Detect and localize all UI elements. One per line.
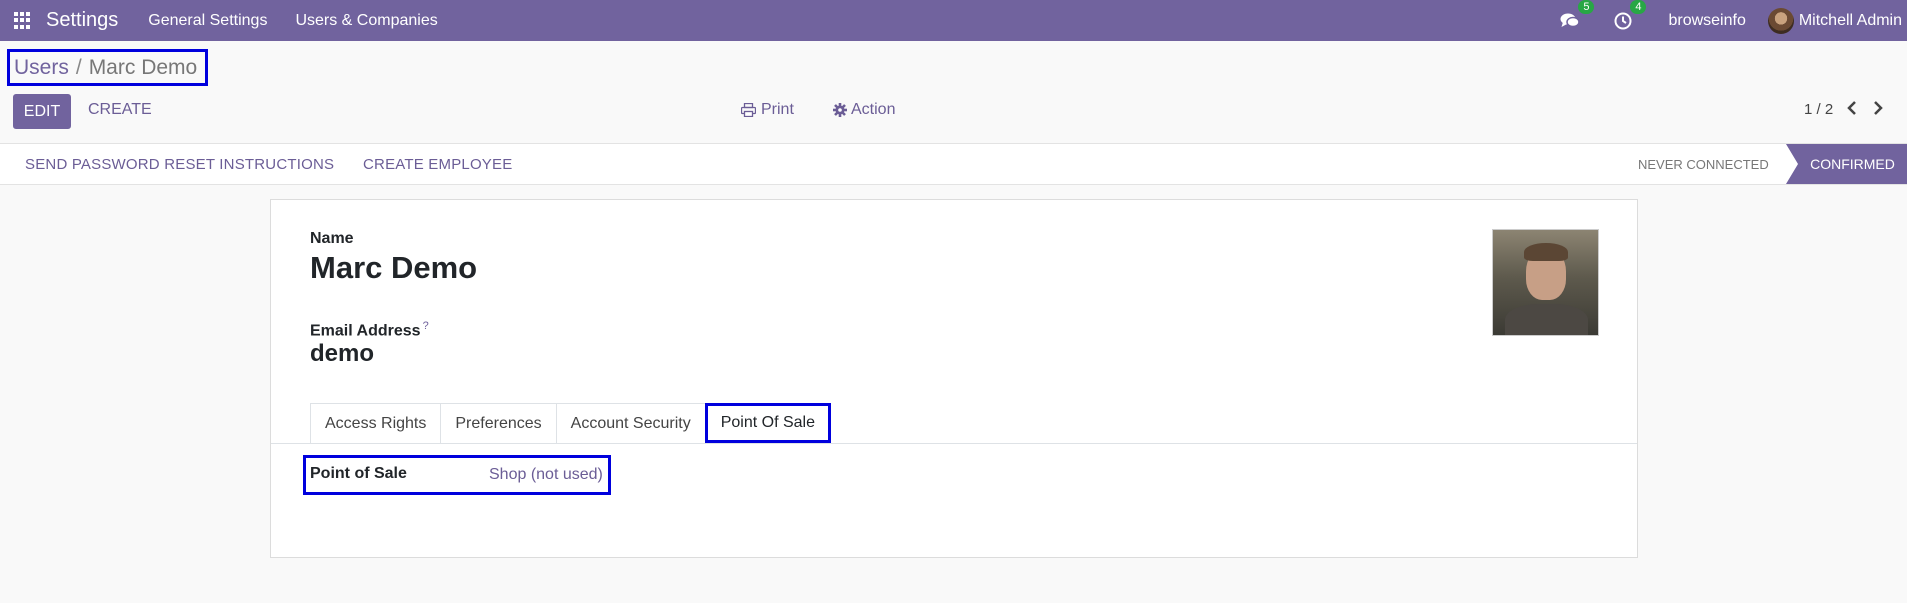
chevron-right-icon xyxy=(1874,101,1883,115)
email-label-wrapper: Email Address? xyxy=(310,320,429,340)
top-navbar: Settings General Settings Users & Compan… xyxy=(0,0,1907,41)
tab-preferences[interactable]: Preferences xyxy=(440,403,557,443)
user-photo[interactable] xyxy=(1492,229,1599,336)
systray: 5 4 browseinfo Mitchell Admin xyxy=(1560,0,1907,41)
stage-never-connected[interactable]: NEVER CONNECTED xyxy=(1638,157,1769,172)
send-password-reset-button[interactable]: SEND PASSWORD RESET INSTRUCTIONS xyxy=(25,156,334,173)
menu-users-companies[interactable]: Users & Companies xyxy=(295,12,437,30)
create-button[interactable]: CREATE xyxy=(88,101,152,119)
breadcrumb-users-link[interactable]: Users xyxy=(14,56,69,80)
pager-value[interactable]: 1 / 2 xyxy=(1804,101,1833,118)
name-value: Marc Demo xyxy=(310,250,478,285)
activities-count-badge: 4 xyxy=(1630,0,1647,14)
messages-menu[interactable]: 5 xyxy=(1560,0,1595,29)
email-value: demo xyxy=(310,340,375,367)
breadcrumb-separator: / xyxy=(75,55,82,79)
breadcrumb: Users / Marc Demo xyxy=(7,49,208,86)
messages-count-badge: 5 xyxy=(1578,0,1595,14)
email-help-tooltip[interactable]: ? xyxy=(423,320,429,332)
app-brand[interactable]: Settings xyxy=(46,9,118,32)
action-button[interactable]: Action xyxy=(833,101,895,119)
status-bar: SEND PASSWORD RESET INSTRUCTIONS CREATE … xyxy=(0,143,1907,185)
edit-button[interactable]: EDIT xyxy=(13,94,71,129)
pos-field: Point of Sale Shop (not used) xyxy=(303,455,611,495)
printer-icon xyxy=(741,103,756,117)
user-name: Mitchell Admin xyxy=(1798,11,1902,29)
menu-general-settings[interactable]: General Settings xyxy=(148,12,267,30)
tab-point-of-sale[interactable]: Point Of Sale xyxy=(704,403,831,443)
action-label: Action xyxy=(851,101,896,118)
gear-icon xyxy=(833,103,847,117)
print-button[interactable]: Print xyxy=(741,101,794,119)
create-employee-button[interactable]: CREATE EMPLOYEE xyxy=(363,156,512,173)
apps-menu-icon[interactable] xyxy=(14,11,32,30)
pager-next-button[interactable] xyxy=(1872,100,1884,116)
name-label: Name xyxy=(310,230,354,247)
user-menu[interactable]: Mitchell Admin xyxy=(1767,7,1902,34)
form-sheet: Name Marc Demo Email Address? demo Acces… xyxy=(270,199,1638,558)
tab-access-rights[interactable]: Access Rights xyxy=(310,403,442,443)
email-label: Email Address xyxy=(310,322,421,340)
pos-label: Point of Sale xyxy=(310,465,407,482)
chevron-left-icon xyxy=(1847,101,1856,115)
form-tabs: Access Rights Preferences Account Securi… xyxy=(310,403,831,443)
avatar xyxy=(1767,7,1794,34)
breadcrumb-current: Marc Demo xyxy=(88,55,198,79)
chat-icon xyxy=(1560,13,1581,28)
pager-previous-button[interactable] xyxy=(1846,100,1858,116)
pos-shop-link[interactable]: Shop (not used) xyxy=(489,466,603,484)
company-switcher[interactable]: browseinfo xyxy=(1668,12,1745,30)
tab-divider xyxy=(271,443,1637,444)
tab-account-security[interactable]: Account Security xyxy=(555,403,706,443)
activities-menu[interactable]: 4 xyxy=(1614,0,1647,30)
print-label: Print xyxy=(761,101,794,118)
stage-confirmed[interactable]: CONFIRMED xyxy=(1786,144,1907,184)
clock-icon xyxy=(1614,12,1632,29)
